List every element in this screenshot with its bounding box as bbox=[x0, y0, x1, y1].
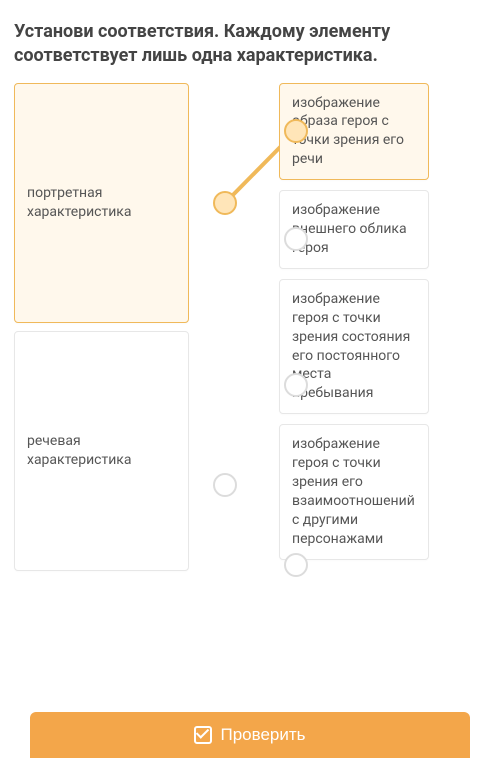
right-node-0[interactable] bbox=[284, 119, 308, 143]
right-item-label: изображение образа героя с точки зрения … bbox=[292, 94, 416, 170]
right-item-label: изображение героя с точки зрения состоян… bbox=[292, 290, 416, 403]
right-node-3[interactable] bbox=[284, 553, 308, 577]
check-icon bbox=[194, 726, 212, 744]
right-item-label: изображение внешнего облика героя bbox=[292, 201, 416, 258]
right-node-2[interactable] bbox=[284, 373, 308, 397]
check-button[interactable]: Проверить bbox=[30, 712, 470, 758]
right-column: изображение образа героя с точки зрения … bbox=[279, 83, 429, 571]
check-button-label: Проверить bbox=[220, 725, 305, 745]
matching-area: портретная характеристика речевая характ… bbox=[14, 83, 486, 571]
left-node-0[interactable] bbox=[213, 191, 237, 215]
left-item-label: портретная характеристика bbox=[27, 184, 176, 222]
left-item-label: речевая характеристика bbox=[27, 432, 176, 470]
right-item-3[interactable]: изображение героя с точки зрения его вза… bbox=[279, 424, 429, 559]
right-item-label: изображение героя с точки зрения его вза… bbox=[292, 435, 416, 548]
right-node-1[interactable] bbox=[284, 227, 308, 251]
left-node-1[interactable] bbox=[213, 473, 237, 497]
left-item-0[interactable]: портретная характеристика bbox=[14, 83, 189, 323]
question-prompt: Установи соответствия. Каждому элементу … bbox=[14, 20, 486, 69]
left-column: портретная характеристика речевая характ… bbox=[14, 83, 189, 571]
left-item-1[interactable]: речевая характеристика bbox=[14, 331, 189, 571]
